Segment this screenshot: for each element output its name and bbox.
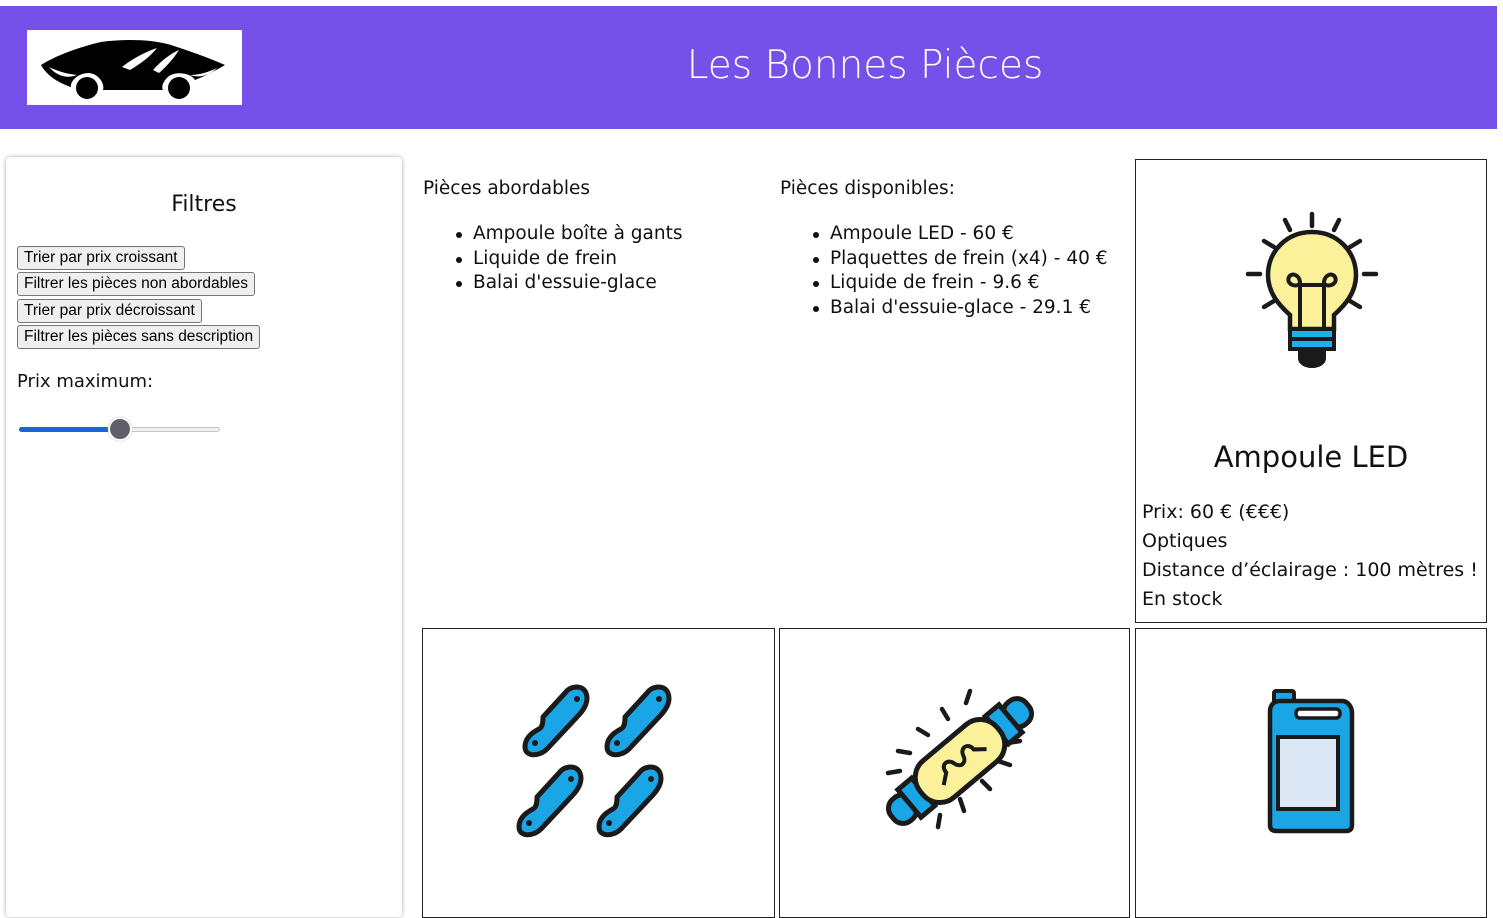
- product-card: Ampoule LED Prix: 60 € (€€€) Optiques Di…: [1135, 159, 1487, 623]
- lightbulb-icon: [1245, 211, 1379, 368]
- product-card: [422, 628, 775, 918]
- list-item: Ampoule boîte à gants: [423, 222, 683, 247]
- affordable-list: Ampoule boîte à gants Liquide de frein B…: [423, 222, 683, 296]
- list-item: Plaquettes de frein (x4) - 40 €: [780, 247, 1108, 272]
- product-card: [1135, 628, 1487, 918]
- list-item: Balai d'essuie-glace - 29.1 €: [780, 296, 1108, 321]
- site-header: Les Bonnes Pièces: [0, 6, 1497, 129]
- card-stock: En stock: [1142, 588, 1223, 610]
- card-description: Distance d’éclairage : 100 mètres !: [1142, 559, 1478, 581]
- available-title: Pièces disponibles:: [780, 178, 955, 199]
- list-item: Ampoule LED - 60 €: [780, 222, 1108, 247]
- sort-price-asc-button[interactable]: Trier par prix croissant: [17, 246, 185, 270]
- max-price-label: Prix maximum:: [17, 371, 154, 392]
- site-title: Les Bonnes Pièces: [686, 43, 1044, 88]
- logo: [27, 30, 242, 105]
- brake-fluid-jerrycan-icon: [1267, 689, 1355, 834]
- list-item: Liquide de frein - 9.6 €: [780, 271, 1108, 296]
- product-card: [779, 628, 1130, 918]
- available-list: Ampoule LED - 60 € Plaquettes de frein (…: [780, 222, 1108, 321]
- filter-no-description-button[interactable]: Filtrer les pièces sans description: [17, 325, 261, 349]
- slider-thumb[interactable]: [108, 417, 132, 441]
- card-price: Prix: 60 € (€€€): [1142, 501, 1290, 523]
- slider-fill: [19, 427, 120, 432]
- filter-unaffordable-button[interactable]: Filtrer les pièces non abordables: [17, 272, 256, 296]
- affordable-title: Pièces abordables: [423, 178, 591, 199]
- filters-title: Filtres: [171, 192, 237, 217]
- brake-pads-icon: [516, 684, 672, 838]
- sort-price-desc-button[interactable]: Trier par prix décroissant: [17, 299, 202, 323]
- card-category: Optiques: [1142, 530, 1228, 552]
- filters-panel: Filtres Trier par prix croissant Filtrer…: [6, 157, 402, 917]
- max-price-slider[interactable]: [19, 415, 220, 443]
- glovebox-bulb-icon: [885, 688, 1035, 830]
- list-item: Balai d'essuie-glace: [423, 271, 683, 296]
- list-item: Liquide de frein: [423, 247, 683, 272]
- car-silhouette-icon: [41, 40, 225, 99]
- card-title: Ampoule LED: [1213, 440, 1409, 474]
